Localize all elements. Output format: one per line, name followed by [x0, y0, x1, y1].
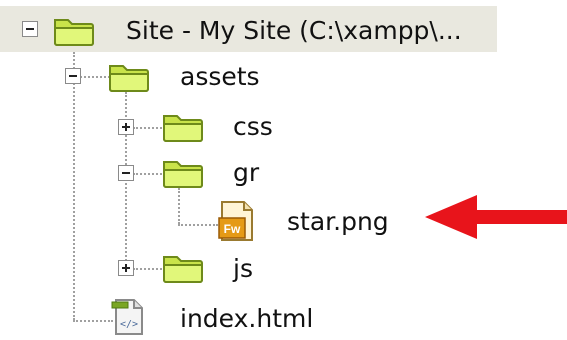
fireworks-png-icon: Fw [218, 201, 253, 241]
folder-icon [54, 19, 94, 46]
tree-connector [73, 320, 113, 322]
tree-node-index-html[interactable]: index.html [180, 296, 313, 340]
folder-icon [163, 256, 203, 283]
assets-label: assets [180, 61, 260, 91]
tree-node-assets[interactable]: assets [180, 54, 260, 98]
tree-connector [73, 52, 75, 320]
star-png-label: star.png [287, 206, 389, 236]
tree-connector [178, 224, 218, 226]
css-expand-toggle[interactable] [118, 119, 134, 135]
css-label: css [233, 111, 273, 141]
assets-collapse-toggle[interactable] [65, 68, 81, 84]
folder-icon [163, 161, 203, 188]
root-label: Site - My Site (C:\xampp\... [126, 15, 462, 45]
fw-badge-text: Fw [224, 222, 241, 236]
index-html-label: index.html [180, 303, 314, 333]
gr-collapse-toggle[interactable] [118, 165, 134, 181]
tree-node-star-png[interactable]: star.png [287, 199, 389, 243]
tree-connector [133, 268, 165, 270]
js-expand-toggle[interactable] [118, 260, 134, 276]
red-arrow-icon [425, 195, 567, 239]
tree-connector [80, 76, 110, 78]
tree-node-root[interactable]: Site - My Site (C:\xampp\... [126, 8, 462, 52]
folder-icon [109, 65, 149, 92]
gr-label: gr [233, 157, 260, 187]
tree-connector [133, 173, 165, 175]
tree-node-css[interactable]: css [233, 104, 273, 148]
folder-icon [163, 115, 203, 142]
tree-node-js[interactable]: js [233, 246, 253, 290]
root-collapse-toggle[interactable] [22, 21, 38, 37]
tree-node-gr[interactable]: gr [233, 150, 259, 194]
html-file-icon: </> [111, 299, 143, 335]
tree-connector [178, 188, 180, 224]
svg-text:</>: </> [120, 319, 138, 330]
js-label: js [233, 253, 253, 283]
tree-connector [133, 127, 165, 129]
